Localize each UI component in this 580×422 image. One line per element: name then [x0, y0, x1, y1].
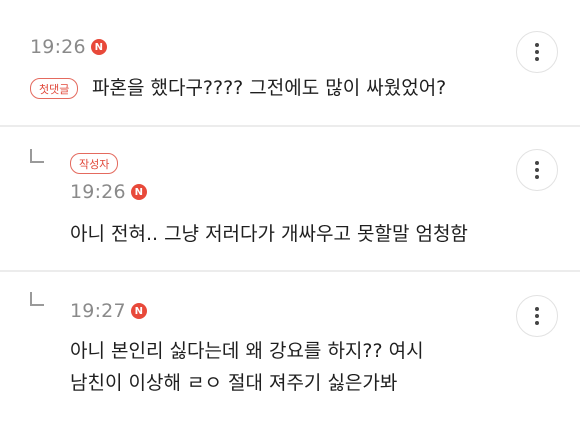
first-comment-tag: 첫댓글 [30, 78, 79, 99]
comment-meta: 19:27 N [70, 300, 147, 322]
comment-text-line-2: 남친이 이상해 ㄹㅇ 절대 져주기 싫은가봐 [70, 372, 398, 394]
more-options-button[interactable] [516, 295, 558, 337]
comment-time: 19:26 [30, 36, 86, 58]
more-vertical-icon-dot [535, 175, 539, 179]
comment-meta: 19:26 N [70, 181, 147, 203]
more-options-button[interactable] [516, 149, 558, 191]
more-vertical-icon-dot [535, 314, 539, 318]
comment-meta: 19:26 N [30, 36, 107, 58]
new-badge: N [130, 184, 147, 200]
more-options-button[interactable] [516, 31, 558, 73]
new-badge: N [130, 303, 147, 319]
comment-time: 19:27 [70, 300, 126, 322]
reply-comment-item: 작성자 19:26 N 아니 전혀.. 그냥 저러다가 개싸우고 못할말 엄청함 [0, 127, 580, 270]
comment-text-line-1: 아니 본인리 싫다는데 왜 강요를 하지?? 여시 [70, 340, 424, 362]
more-vertical-icon-dot [535, 168, 539, 172]
author-tag: 작성자 [70, 153, 119, 174]
more-vertical-icon [535, 307, 539, 311]
comment-time: 19:26 [70, 181, 126, 203]
more-vertical-icon-dot [535, 57, 539, 61]
reply-arrow-icon [30, 149, 44, 163]
more-vertical-icon-dot [535, 321, 539, 325]
new-badge: N [90, 39, 107, 55]
comment-text: 파혼을 했다구???? 그전에도 많이 싸웠었어? [92, 77, 447, 99]
more-vertical-icon [535, 43, 539, 47]
more-vertical-icon-dot [535, 50, 539, 54]
reply-comment-item: 19:27 N 아니 본인리 싫다는데 왜 강요를 하지?? 여시 남친이 이상… [0, 272, 580, 422]
comment-text: 아니 전혀.. 그냥 저러다가 개싸우고 못할말 엄청함 [70, 223, 468, 245]
reply-arrow-icon [30, 292, 44, 306]
comment-item: 19:26 N 첫댓글 파혼을 했다구???? 그전에도 많이 싸웠었어? [0, 0, 580, 125]
more-vertical-icon [535, 161, 539, 165]
